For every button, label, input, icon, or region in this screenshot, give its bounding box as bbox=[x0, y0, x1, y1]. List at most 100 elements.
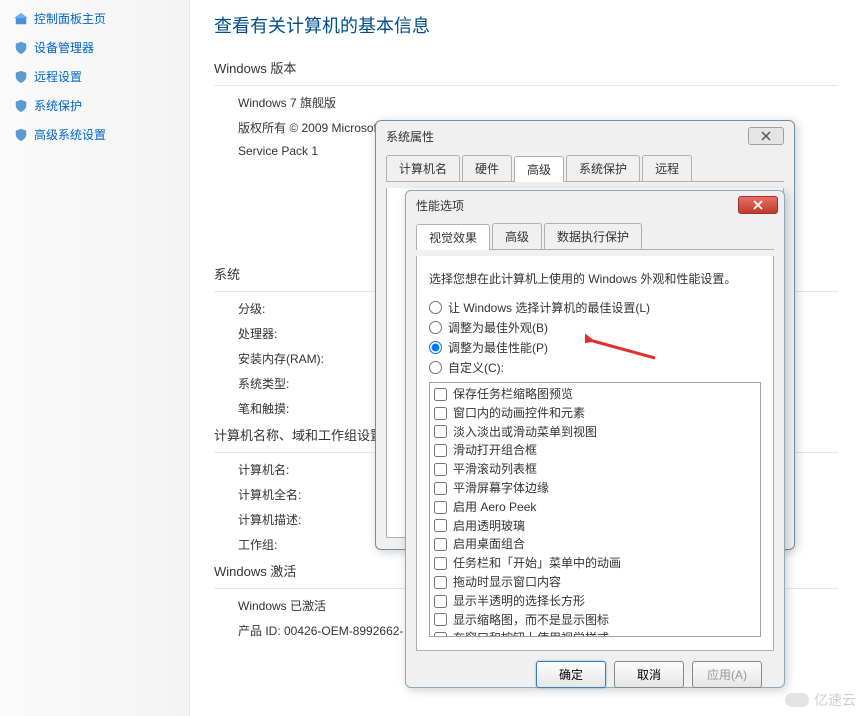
checkbox-input[interactable] bbox=[434, 632, 447, 637]
tab-computer-name[interactable]: 计算机名 bbox=[386, 155, 460, 181]
system-type-label: 系统类型: bbox=[238, 375, 289, 392]
checkbox-row[interactable]: 显示缩略图，而不是显示图标 bbox=[434, 611, 756, 630]
dialog-title: 系统属性 bbox=[386, 128, 434, 145]
checkbox-label: 平滑屏幕字体边缘 bbox=[453, 480, 549, 497]
sidebar-item-remote-settings[interactable]: 远程设置 bbox=[0, 62, 189, 91]
sidebar-item-label: 控制面板主页 bbox=[34, 10, 106, 27]
checkbox-input[interactable] bbox=[434, 613, 447, 626]
perf-panel: 选择您想在此计算机上使用的 Windows 外观和性能设置。 让 Windows… bbox=[416, 256, 774, 651]
checkbox-label: 保存任务栏缩略图预览 bbox=[453, 386, 573, 403]
checkbox-input[interactable] bbox=[434, 407, 447, 420]
checkbox-row[interactable]: 在窗口和按钮上使用视觉样式 bbox=[434, 629, 756, 637]
performance-options-dialog: 性能选项 视觉效果 高级 数据执行保护 选择您想在此计算机上使用的 Window… bbox=[405, 190, 785, 688]
tab-system-protection[interactable]: 系统保护 bbox=[566, 155, 640, 181]
sidebar-item-label: 系统保护 bbox=[34, 97, 82, 114]
checkbox-label: 滑动打开组合框 bbox=[453, 442, 537, 459]
pen-touch-label: 笔和触摸: bbox=[238, 400, 289, 417]
radio-input[interactable] bbox=[429, 301, 442, 314]
checkbox-row[interactable]: 拖动时显示窗口内容 bbox=[434, 573, 756, 592]
perf-caption: 选择您想在此计算机上使用的 Windows 外观和性能设置。 bbox=[429, 270, 761, 287]
close-button[interactable] bbox=[738, 196, 778, 214]
checkbox-row[interactable]: 显示半透明的选择长方形 bbox=[434, 592, 756, 611]
checkbox-row[interactable]: 窗口内的动画控件和元素 bbox=[434, 404, 756, 423]
checkbox-label: 显示半透明的选择长方形 bbox=[453, 593, 585, 610]
checkbox-row[interactable]: 启用桌面组合 bbox=[434, 535, 756, 554]
tab-visual-effects[interactable]: 视觉效果 bbox=[416, 224, 490, 250]
radio-label: 自定义(C): bbox=[448, 359, 504, 376]
sidebar-item-system-protection[interactable]: 系统保护 bbox=[0, 91, 189, 120]
checkbox-input[interactable] bbox=[434, 444, 447, 457]
checkbox-input[interactable] bbox=[434, 425, 447, 438]
sidebar-item-control-panel-home[interactable]: 控制面板主页 bbox=[0, 4, 189, 33]
radio-best-appearance[interactable]: 调整为最佳外观(B) bbox=[429, 319, 761, 336]
workgroup-label: 工作组: bbox=[238, 536, 277, 553]
checkbox-label: 平滑滚动列表框 bbox=[453, 461, 537, 478]
radio-label: 调整为最佳性能(P) bbox=[448, 339, 548, 356]
radio-custom[interactable]: 自定义(C): bbox=[429, 359, 761, 376]
computer-name-label: 计算机名: bbox=[238, 461, 289, 478]
checkbox-row[interactable]: 保存任务栏缩略图预览 bbox=[434, 385, 756, 404]
tab-hardware[interactable]: 硬件 bbox=[462, 155, 512, 181]
checkbox-input[interactable] bbox=[434, 463, 447, 476]
radio-input[interactable] bbox=[429, 321, 442, 334]
sidebar-item-device-manager[interactable]: 设备管理器 bbox=[0, 33, 189, 62]
checkbox-input[interactable] bbox=[434, 538, 447, 551]
checkbox-input[interactable] bbox=[434, 576, 447, 589]
checkbox-row[interactable]: 淡入淡出或滑动菜单到视图 bbox=[434, 423, 756, 442]
checkbox-input[interactable] bbox=[434, 595, 447, 608]
tab-dep[interactable]: 数据执行保护 bbox=[544, 223, 642, 249]
dialog-titlebar[interactable]: 性能选项 bbox=[406, 191, 784, 219]
tab-advanced[interactable]: 高级 bbox=[492, 223, 542, 249]
sidebar-item-label: 远程设置 bbox=[34, 68, 82, 85]
tab-advanced[interactable]: 高级 bbox=[514, 156, 564, 182]
shield-icon bbox=[14, 128, 28, 142]
tab-remote[interactable]: 远程 bbox=[642, 155, 692, 181]
checkbox-row[interactable]: 启用 Aero Peek bbox=[434, 498, 756, 517]
sysprops-tabstrip: 计算机名 硬件 高级 系统保护 远程 bbox=[386, 155, 784, 182]
watermark: 亿速云 bbox=[785, 690, 856, 710]
radio-label: 调整为最佳外观(B) bbox=[448, 319, 548, 336]
shield-icon bbox=[14, 70, 28, 84]
shield-icon bbox=[14, 99, 28, 113]
radio-input[interactable] bbox=[429, 341, 442, 354]
desc-label: 计算机描述: bbox=[238, 511, 301, 528]
checkbox-input[interactable] bbox=[434, 388, 447, 401]
checkbox-row[interactable]: 平滑滚动列表框 bbox=[434, 460, 756, 479]
radio-let-windows-choose[interactable]: 让 Windows 选择计算机的最佳设置(L) bbox=[429, 299, 761, 316]
checkbox-row[interactable]: 平滑屏幕字体边缘 bbox=[434, 479, 756, 498]
visual-effects-listbox[interactable]: 保存任务栏缩略图预览窗口内的动画控件和元素淡入淡出或滑动菜单到视图滑动打开组合框… bbox=[429, 382, 761, 637]
watermark-text: 亿速云 bbox=[814, 692, 856, 708]
ok-button[interactable]: 确定 bbox=[536, 661, 606, 688]
checkbox-label: 拖动时显示窗口内容 bbox=[453, 574, 561, 591]
windows-edition-header: Windows 版本 bbox=[214, 58, 838, 77]
apply-button[interactable]: 应用(A) bbox=[692, 661, 762, 688]
dialog-titlebar[interactable]: 系统属性 bbox=[376, 121, 794, 151]
radio-label: 让 Windows 选择计算机的最佳设置(L) bbox=[448, 299, 650, 316]
shield-icon bbox=[14, 41, 28, 55]
close-button[interactable] bbox=[748, 127, 784, 145]
cloud-icon bbox=[785, 693, 809, 707]
rating-label: 分级: bbox=[238, 300, 265, 317]
sidebar-item-advanced-system-settings[interactable]: 高级系统设置 bbox=[0, 120, 189, 149]
radio-input[interactable] bbox=[429, 361, 442, 374]
checkbox-row[interactable]: 启用透明玻璃 bbox=[434, 517, 756, 536]
sidebar-item-label: 高级系统设置 bbox=[34, 126, 106, 143]
checkbox-input[interactable] bbox=[434, 482, 447, 495]
checkbox-label: 启用桌面组合 bbox=[453, 536, 525, 553]
cancel-button[interactable]: 取消 bbox=[614, 661, 684, 688]
checkbox-label: 启用透明玻璃 bbox=[453, 518, 525, 535]
checkbox-label: 显示缩略图，而不是显示图标 bbox=[453, 612, 609, 629]
checkbox-label: 启用 Aero Peek bbox=[453, 499, 536, 516]
edition-value: Windows 7 旗舰版 bbox=[214, 94, 838, 111]
checkbox-label: 窗口内的动画控件和元素 bbox=[453, 405, 585, 422]
checkbox-row[interactable]: 任务栏和「开始」菜单中的动画 bbox=[434, 554, 756, 573]
checkbox-input[interactable] bbox=[434, 519, 447, 532]
checkbox-input[interactable] bbox=[434, 557, 447, 570]
close-icon bbox=[761, 131, 771, 141]
checkbox-row[interactable]: 滑动打开组合框 bbox=[434, 441, 756, 460]
full-name-label: 计算机全名: bbox=[238, 486, 301, 503]
radio-best-performance[interactable]: 调整为最佳性能(P) bbox=[429, 339, 761, 356]
checkbox-input[interactable] bbox=[434, 501, 447, 514]
close-icon bbox=[752, 200, 764, 210]
sidebar-item-label: 设备管理器 bbox=[34, 39, 94, 56]
